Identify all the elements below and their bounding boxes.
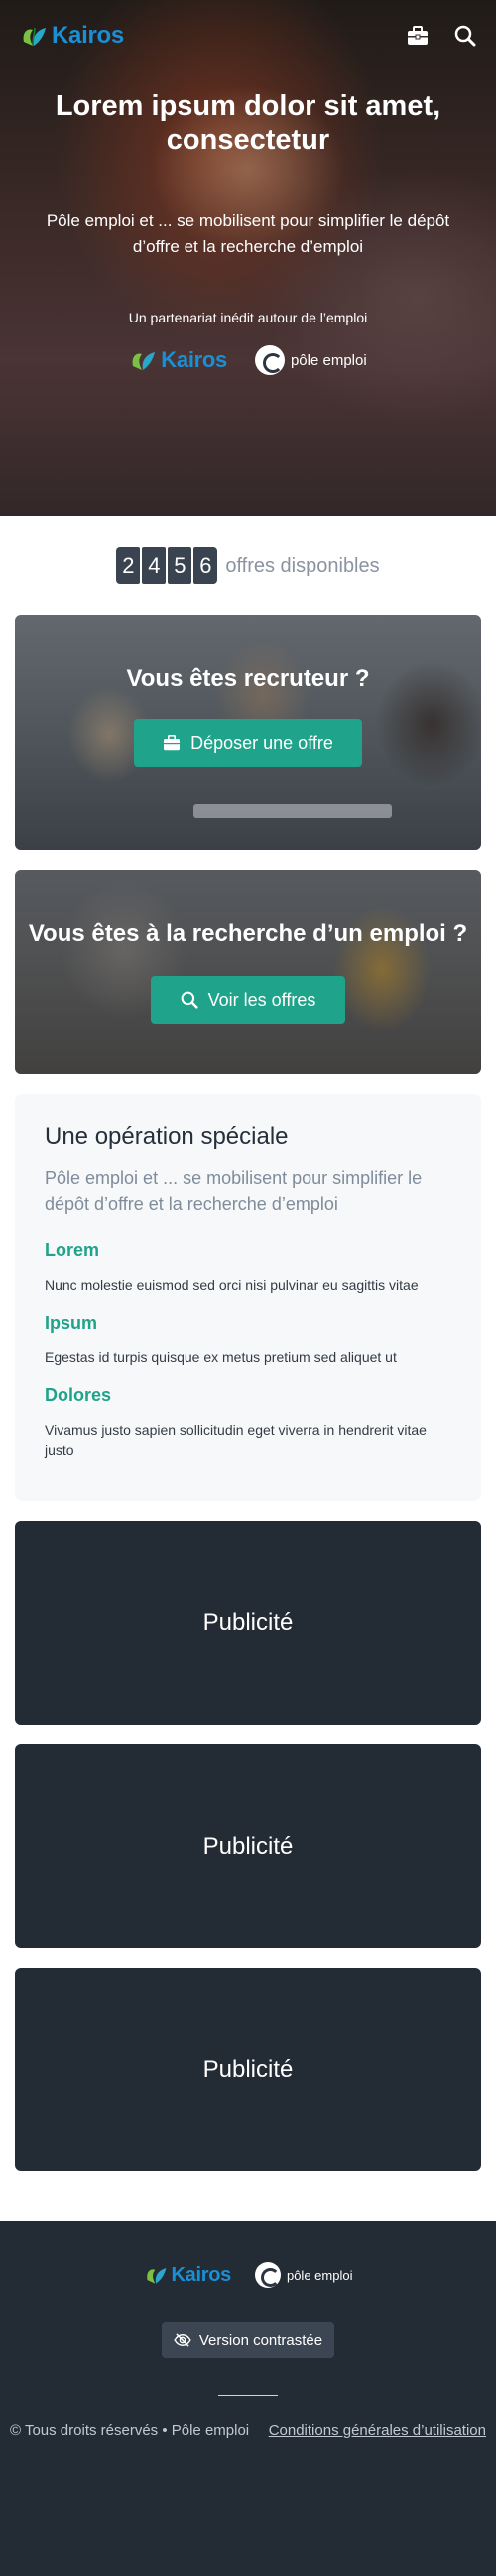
laptop-decoration xyxy=(193,804,392,818)
feature-item: Dolores Vivamus justo sapien sollicitudi… xyxy=(45,1385,451,1460)
hero-title: Lorem ipsum dolor sit amet, consectetur xyxy=(55,90,441,156)
recruiter-card-title: Vous êtes recruteur ? xyxy=(126,665,370,692)
feature-title: Dolores xyxy=(45,1385,112,1405)
leaf-logo-icon xyxy=(23,27,46,47)
counter-label: offres disponibles xyxy=(225,554,380,577)
briefcase-icon xyxy=(164,735,181,751)
footer-logos: Kairos pôle emploi xyxy=(0,2262,496,2288)
offers-counter: 2 4 5 6 offres disponibles xyxy=(0,516,496,615)
card-overlay xyxy=(15,870,481,1074)
pole-emploi-mark-icon xyxy=(254,2262,281,2288)
terms-link[interactable]: Conditions générales d’utilisation xyxy=(269,2422,486,2439)
post-offer-button[interactable]: Déposer une offre xyxy=(134,719,362,767)
hero-section: Kairos Lorem ipsum dolor sit amet, conse… xyxy=(0,0,496,516)
special-title: Une opération spéciale xyxy=(45,1123,289,1150)
pole-emploi-mark-icon xyxy=(254,345,285,375)
hero-subtitle: Pôle emploi et ... se mobilisent pour si… xyxy=(46,211,450,256)
feature-item: Lorem Nunc molestie euismod sed orci nis… xyxy=(45,1240,451,1295)
counter-digit: 5 xyxy=(168,547,192,584)
ad-slot[interactable]: Publicité xyxy=(15,1968,481,2171)
pole-emploi-text: pôle emploi xyxy=(286,2267,353,2283)
pole-emploi-logo: pôle emploi xyxy=(254,345,367,375)
feature-text: Egestas id turpis quisque ex metus preti… xyxy=(45,1350,397,1365)
feature-text: Vivamus justo sapien sollicitudin eget v… xyxy=(45,1422,427,1458)
job-seeker-card: Vous êtes à la recherche d’un emploi ? V… xyxy=(15,870,481,1074)
partner-logo-text: Kairos xyxy=(161,347,227,372)
leaf-logo-icon xyxy=(146,2268,166,2284)
special-lead: Pôle emploi et ... se mobilisent pour si… xyxy=(45,1168,423,1214)
ad-label: Publicité xyxy=(202,2055,294,2083)
footer-bottom: © Tous droits réservés • Pôle emploi Con… xyxy=(10,2422,486,2439)
view-offers-label: Voir les offres xyxy=(207,989,316,1010)
feature-title: Lorem xyxy=(45,1240,100,1260)
counter-digit: 6 xyxy=(193,547,218,584)
counter-digit: 4 xyxy=(142,547,167,584)
footer-divider xyxy=(218,2395,278,2396)
header-actions xyxy=(405,23,478,49)
recruiter-card: Vous êtes recruteur ? Déposer une offre xyxy=(15,615,481,850)
contrast-version-button[interactable]: Version contrastée xyxy=(162,2322,334,2358)
ad-slot[interactable]: Publicité xyxy=(15,1521,481,1725)
feature-item: Ipsum Egestas id turpis quisque ex metus… xyxy=(45,1313,451,1367)
eye-slash-icon xyxy=(174,2333,191,2347)
ad-label: Publicité xyxy=(202,1832,294,1860)
counter-digit: 2 xyxy=(116,547,141,584)
footer-brand-name: Kairos xyxy=(171,2263,232,2286)
footer: Kairos pôle emploi Version contrastée © … xyxy=(0,2221,496,2576)
feature-text: Nunc molestie euismod sed orci nisi pulv… xyxy=(45,1277,419,1293)
briefcase-icon[interactable] xyxy=(405,23,431,49)
leaf-logo-icon xyxy=(132,352,156,370)
kairos-partner-logo: Kairos xyxy=(129,346,227,374)
search-icon[interactable] xyxy=(452,23,478,49)
post-offer-label: Déposer une offre xyxy=(190,732,333,753)
ad-slot[interactable]: Publicité xyxy=(15,1744,481,1948)
brand-name: Kairos xyxy=(52,22,124,49)
kairos-footer-logo[interactable]: Kairos xyxy=(144,2263,231,2287)
ad-label: Publicité xyxy=(202,1609,294,1636)
kairos-logo[interactable]: Kairos xyxy=(20,22,124,50)
view-offers-button[interactable]: Voir les offres xyxy=(151,976,345,1024)
pole-emploi-footer-logo[interactable]: pôle emploi xyxy=(254,2262,353,2288)
special-operation-section: Une opération spéciale Pôle emploi et ..… xyxy=(15,1094,481,1501)
top-bar: Kairos xyxy=(20,16,478,56)
partner-logos: Kairos pôle emploi xyxy=(0,345,496,375)
feature-title: Ipsum xyxy=(45,1313,98,1333)
copyright-text: © Tous droits réservés • Pôle emploi xyxy=(10,2422,250,2439)
contrast-version-label: Version contrastée xyxy=(198,2331,323,2349)
job-seeker-card-title: Vous êtes à la recherche d’un emploi ? xyxy=(28,920,468,947)
partnership-text: Un partenariat inédit autour de l’emploi xyxy=(128,310,368,325)
pole-emploi-text: pôle emploi xyxy=(290,351,367,369)
search-icon xyxy=(181,991,198,1009)
counter-digits: 2 4 5 6 xyxy=(116,547,218,584)
